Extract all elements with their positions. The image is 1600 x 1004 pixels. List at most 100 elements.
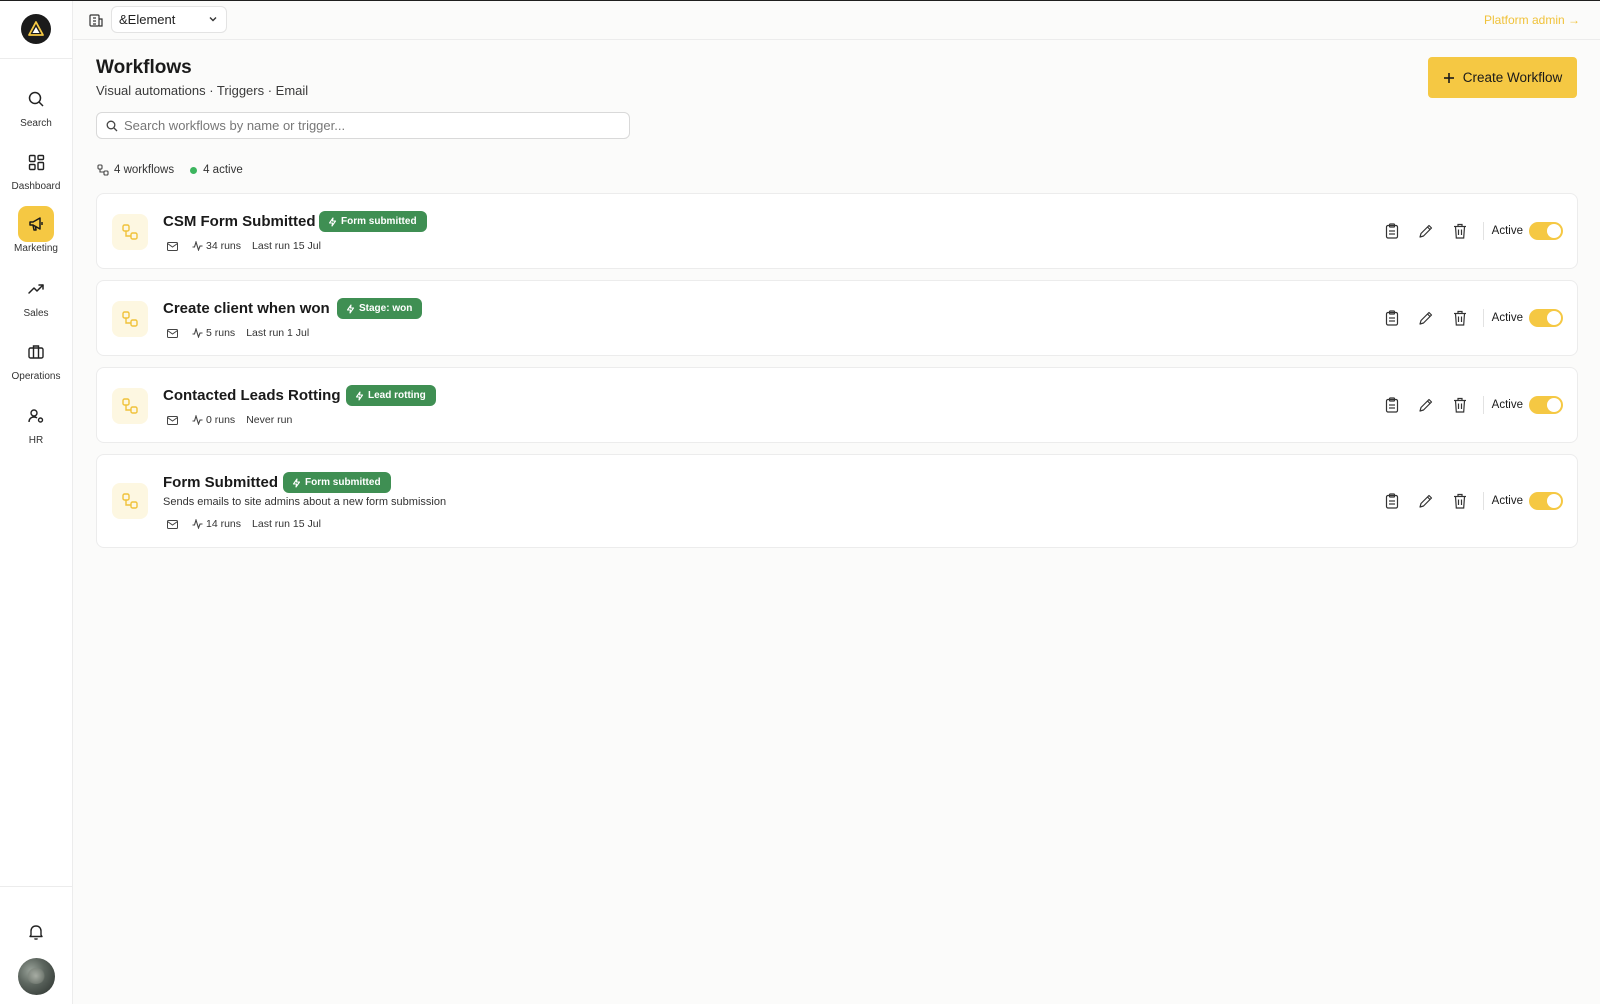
megaphone-icon	[18, 206, 54, 242]
pencil-icon[interactable]	[1417, 396, 1435, 414]
trash-icon[interactable]	[1451, 396, 1469, 414]
activity-icon	[192, 241, 203, 251]
workflow-icon	[112, 483, 148, 519]
workflow-icon	[97, 164, 109, 176]
activity-icon	[192, 328, 203, 338]
divider	[1482, 492, 1484, 510]
sidebar-item-sales[interactable]: Sales	[0, 271, 72, 333]
active-toggle[interactable]	[1529, 396, 1563, 414]
sidebar-item-dashboard[interactable]: Dashboard	[0, 144, 72, 206]
platform-admin-link[interactable]: Platform admin →	[1484, 13, 1580, 27]
logo-icon	[28, 21, 44, 36]
last-run: Never run	[246, 414, 293, 426]
workflow-stats: 4 workflows 4 active	[97, 164, 243, 176]
last-run: Last run 15 Jul	[252, 518, 321, 530]
trigger-badge: Stage: won	[337, 298, 423, 319]
trash-icon[interactable]	[1451, 492, 1469, 510]
trigger-label: Stage: won	[359, 303, 413, 314]
sidebar-item-hr[interactable]: HR	[0, 398, 72, 460]
active-toggle[interactable]	[1529, 309, 1563, 327]
status-label: Active	[1491, 495, 1523, 507]
search-input[interactable]	[124, 113, 624, 138]
email-icon	[167, 519, 178, 529]
sidebar-item-operations[interactable]: Operations	[0, 334, 72, 396]
active-toggle[interactable]	[1529, 492, 1563, 510]
trash-icon[interactable]	[1451, 222, 1469, 240]
chevron-down-icon	[209, 17, 217, 22]
workflow-icon	[112, 301, 148, 337]
create-workflow-button[interactable]: Create Workflow	[1428, 57, 1577, 98]
workflow-name[interactable]: Form Submitted	[163, 474, 278, 491]
sidebar-item-search[interactable]: Search	[0, 81, 72, 143]
sidebar-item-marketing[interactable]: Marketing	[0, 206, 72, 268]
trigger-badge: Form submitted	[319, 211, 427, 232]
status-label: Active	[1491, 312, 1523, 324]
sidebar: Search Dashboard Marketing Sales Operati…	[0, 1, 73, 1004]
page-title: Workflows	[96, 57, 192, 78]
lightning-icon	[355, 390, 364, 401]
briefcase-icon	[18, 334, 54, 370]
workflow-name[interactable]: Create client when won	[163, 300, 330, 317]
run-count: 0 runs	[192, 414, 235, 426]
workflow-name[interactable]: Contacted Leads Rotting	[163, 387, 341, 404]
trigger-badge: Lead rotting	[346, 385, 436, 406]
lightning-icon	[292, 477, 301, 488]
trigger-label: Form submitted	[341, 216, 417, 227]
active-count: 4 active	[203, 164, 243, 176]
lightning-icon	[328, 216, 337, 227]
clipboard-icon[interactable]	[1383, 492, 1401, 510]
email-icon	[167, 241, 178, 251]
workflow-card[interactable]: CSM Form Submitted Form submitted 34 run…	[96, 193, 1578, 269]
workflow-card[interactable]: Form Submitted Form submitted Sends emai…	[96, 454, 1578, 548]
active-toggle[interactable]	[1529, 222, 1563, 240]
clipboard-icon[interactable]	[1383, 396, 1401, 414]
dashboard-icon	[18, 144, 54, 180]
workflow-actions: Active	[1383, 396, 1563, 414]
bell-icon[interactable]	[26, 922, 46, 942]
app-logo[interactable]	[21, 14, 51, 44]
workflow-card[interactable]: Create client when won Stage: won 5 runs…	[96, 280, 1578, 356]
status-label: Active	[1491, 225, 1523, 237]
email-icon	[167, 328, 178, 338]
workflow-description: Sends emails to site admins about a new …	[163, 496, 447, 508]
plus-icon	[1443, 72, 1454, 83]
workflow-meta: 34 runs Last run 15 Jul	[163, 240, 321, 252]
building-icon	[89, 14, 103, 27]
workflow-meta: 14 runs Last run 15 Jul	[163, 518, 321, 530]
search-icon	[18, 81, 54, 117]
workflow-card[interactable]: Contacted Leads Rotting Lead rotting 0 r…	[96, 367, 1578, 443]
trigger-label: Form submitted	[305, 477, 381, 488]
last-run: Last run 1 Jul	[246, 327, 310, 339]
pencil-icon[interactable]	[1417, 309, 1435, 327]
trigger-label: Lead rotting	[368, 390, 426, 401]
page-subtitle: Visual automations · Triggers · Email	[96, 83, 309, 98]
search-icon	[106, 120, 118, 132]
sidebar-item-label: Operations	[11, 371, 61, 382]
organization-name: &Element	[119, 12, 176, 27]
workflow-name[interactable]: CSM Form Submitted	[163, 213, 316, 230]
search-bar	[96, 112, 630, 139]
pencil-icon[interactable]	[1417, 492, 1435, 510]
clipboard-icon[interactable]	[1383, 222, 1401, 240]
organization-select[interactable]: &Element	[111, 6, 227, 33]
avatar[interactable]	[18, 958, 55, 995]
sidebar-divider	[0, 886, 72, 887]
activity-icon	[192, 415, 203, 425]
run-count: 34 runs	[192, 240, 241, 252]
workflow-actions: Active	[1383, 222, 1563, 240]
workflow-icon	[112, 214, 148, 250]
workflow-icon	[112, 388, 148, 424]
pencil-icon[interactable]	[1417, 222, 1435, 240]
workflow-actions: Active	[1383, 309, 1563, 327]
trash-icon[interactable]	[1451, 309, 1469, 327]
divider	[1482, 309, 1484, 327]
trigger-badge: Form submitted	[283, 472, 391, 493]
clipboard-icon[interactable]	[1383, 309, 1401, 327]
workflow-meta: 5 runs Last run 1 Jul	[163, 327, 309, 339]
workflow-count: 4 workflows	[114, 164, 175, 176]
activity-icon	[192, 519, 203, 529]
run-count: 14 runs	[192, 518, 241, 530]
workflow-actions: Active	[1383, 492, 1563, 510]
active-status-dot	[190, 166, 198, 174]
trending-up-icon	[18, 271, 54, 307]
